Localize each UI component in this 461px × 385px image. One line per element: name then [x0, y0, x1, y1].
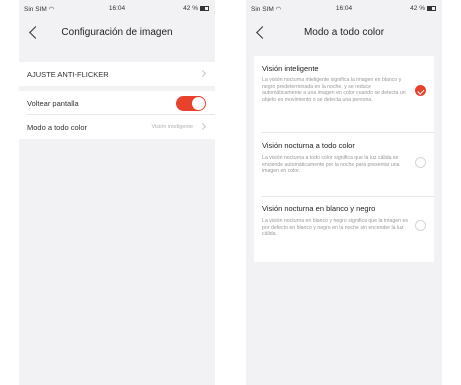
battery-indicator: 42 % [183, 5, 209, 12]
radio-button-icon[interactable] [415, 220, 426, 231]
battery-icon [427, 5, 436, 11]
nav-bar: Modo a todo color [246, 20, 442, 48]
option-description: La visión nocturna a todo color signific… [262, 155, 400, 175]
option-full-color-night-vision[interactable]: Visión nocturna a todo color La visión n… [254, 133, 434, 196]
option-title: Visión inteligente [262, 64, 319, 73]
nav-bar: Configuración de imagen [19, 20, 215, 48]
battery-indicator: 42 % [410, 5, 436, 12]
option-description: La visión nocturna inteligente significa… [262, 77, 406, 103]
image-settings-screen: Sin SIM ◠ 16:04 42 % Configuración de im… [19, 0, 215, 385]
flip-screen-toggle[interactable] [176, 96, 206, 111]
row-label: Modo a todo color [27, 123, 88, 132]
anti-flicker-row[interactable]: AJUSTE ANTI-FLICKER [19, 62, 215, 86]
chevron-right-icon [198, 69, 207, 78]
page-title: Configuración de imagen [61, 27, 173, 38]
full-color-mode-screen: Sin SIM ◠ 16:04 42 % Modo a todo color V… [246, 0, 442, 385]
option-bw-night-vision[interactable]: Visión nocturna en blanco y negro La vis… [254, 197, 434, 262]
status-bar: Sin SIM ◠ 16:04 42 % [19, 0, 215, 17]
selected-check-icon[interactable] [415, 85, 426, 96]
option-title: Visión nocturna a todo color [262, 141, 355, 150]
row-label: Voltear pantalla [27, 99, 79, 108]
option-smart-vision[interactable]: Visión inteligente La visión nocturna in… [254, 56, 434, 132]
page-title: Modo a todo color [303, 27, 385, 38]
radio-button-icon[interactable] [415, 157, 426, 168]
chevron-right-icon [198, 122, 207, 131]
flip-screen-row: Voltear pantalla [19, 91, 215, 115]
mode-options-card: Visión inteligente La visión nocturna in… [254, 56, 434, 262]
full-color-mode-row[interactable]: Modo a todo color Visión inteligente [19, 115, 215, 139]
full-color-mode-value: Visión inteligente [151, 124, 193, 130]
battery-icon [200, 5, 209, 11]
option-title: Visión nocturna en blanco y negro [262, 204, 376, 213]
row-label: AJUSTE ANTI-FLICKER [27, 70, 109, 79]
status-bar: Sin SIM ◠ 16:04 42 % [246, 0, 442, 17]
toggle-knob [192, 97, 205, 110]
option-description: La visión nocturna en blanco y negro sig… [262, 218, 408, 238]
